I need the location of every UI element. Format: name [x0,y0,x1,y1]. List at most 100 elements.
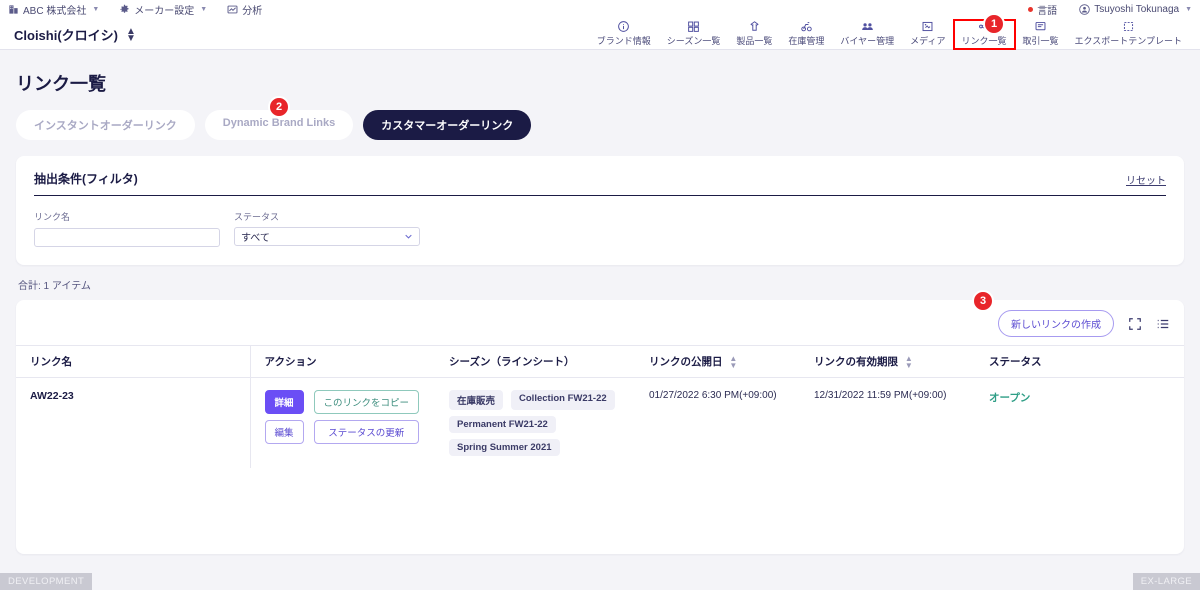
total-items-count: 合計: 1 アイテム [18,281,91,292]
language-menu[interactable]: 言語 [1028,2,1057,17]
nav-item-buyers[interactable]: バイヤー管理 [832,20,902,49]
nav-item-export-template[interactable]: エクスポートテンプレート [1067,20,1190,49]
nav-item-brand-info[interactable]: ブランド情報 [589,20,659,49]
filter-field-status: ステータス すべて [234,210,420,247]
links-table: リンク名 アクション シーズン（ラインシート） リンクの公開日 ▲ ▼ リンクの有… [16,344,1184,555]
utility-bar-right: 言語 Tsuyoshi Tokunaga ▼ [1006,2,1192,17]
fullscreen-icon[interactable] [1128,317,1142,331]
cell-season-tags: 在庫販売 Collection FW21-22 Permanent FW21-2… [435,378,635,469]
nav-items: ブランド情報 シーズン一覧 製品一覧 在庫管理 バイヤー管理 メディア リンク一… [589,19,1190,50]
table-header-row: リンク名 アクション シーズン（ラインシート） リンクの公開日 ▲ ▼ リンクの有… [16,344,1184,379]
env-badge-development: DEVELOPMENT [0,573,93,590]
user-icon [1079,4,1090,15]
maker-settings-label: メーカー設定 [134,6,195,17]
grid-icon [687,20,700,33]
table-body: AW22-23 詳細 このリンクをコピー 編集 ステータスの更新 在庫販売 Co… [16,377,1184,555]
detail-button[interactable]: 詳細 [264,390,304,415]
export-icon [1122,20,1135,33]
user-menu[interactable]: Tsuyoshi Tokunaga ▼ [1079,4,1192,15]
create-new-link-button[interactable]: 新しいリンクの作成 [998,310,1114,337]
company-name: ABC 株式会社 [23,6,87,17]
status-badge: オープン [989,392,1031,405]
column-header-actions: アクション [249,344,435,379]
chevron-down-icon: ▼ [92,6,100,13]
sort-icon[interactable]: ▲ ▼ [905,355,913,370]
nav-item-media[interactable]: メディア [902,20,953,49]
spacer-cell [16,468,1184,554]
table-body-spacer [16,468,1184,554]
status-select[interactable]: すべて [234,227,420,246]
brand-switcher[interactable]: Cloishi(クロイシ) ▲ ▼ [14,25,136,49]
tab-customer-order-link[interactable]: カスタマーオーダーリンク [363,110,532,140]
filter-panel: 抽出条件(フィルタ) リセット リンク名 ステータス すべて [16,156,1184,265]
link-name-value: AW22-23 [30,390,74,403]
building-icon [8,4,19,15]
column-label: リンクの有効期限 [814,356,898,368]
link-name-label: リンク名 [34,212,71,222]
copy-link-button[interactable]: このリンクをコピー [313,390,420,415]
media-icon [921,20,934,33]
season-tag-row: 在庫販売 Collection FW21-22 [449,390,615,411]
filter-field-link-name: リンク名 [34,210,220,247]
filter-header: 抽出条件(フィルタ) リセット [34,170,1166,196]
page-content: リンク一覧 インスタントオーダーリンク Dynamic Brand Links … [0,70,1200,555]
annotation-marker-2: 2 [268,96,290,118]
company-switcher[interactable]: ABC 株式会社 ▼ [8,2,99,17]
analytics-menu[interactable]: 分析 [227,2,262,17]
sort-icon[interactable]: ▲ ▼ [729,355,737,370]
filter-fields: リンク名 ステータス すべて [34,210,1166,247]
info-icon [617,20,630,33]
cell-actions: 詳細 このリンクをコピー 編集 ステータスの更新 [249,377,435,469]
nav-item-orders[interactable]: 取引一覧 [1015,20,1067,49]
buyers-icon [861,20,874,33]
links-table-card: 新しいリンクの作成 3 リンク名 アクション シーズン（ラインシート） リンクの… [16,290,1184,555]
footer: DEVELOPMENT EX-LARGE [0,573,1200,590]
nav-label: 在庫管理 [788,36,825,46]
table-row[interactable]: AW22-23 詳細 このリンクをコピー 編集 ステータスの更新 在庫販売 Co… [16,377,1184,469]
reset-filter-link[interactable]: リセット [1126,172,1166,187]
brand-switch-icon[interactable]: ▲ ▼ [126,26,136,43]
nav-item-seasons[interactable]: シーズン一覧 [659,20,729,49]
status-select-wrap: すべて [234,227,420,246]
nav-item-products[interactable]: 製品一覧 [728,20,780,49]
nav-label: 製品一覧 [736,36,773,46]
inventory-icon [800,20,813,33]
analytics-label: 分析 [242,6,263,17]
main-navbar: Cloishi(クロイシ) ▲ ▼ ブランド情報 シーズン一覧 製品一覧 在庫管… [0,13,1200,50]
maker-settings-menu[interactable]: メーカー設定 ▼ [119,2,207,17]
column-label: リンクの公開日 [649,356,723,368]
product-icon [748,20,761,33]
edit-button[interactable]: 編集 [264,420,304,445]
nav-item-inventory[interactable]: 在庫管理 [780,20,832,49]
column-header-published-at[interactable]: リンクの公開日 ▲ ▼ [635,344,800,379]
cell-published-at: 01/27/2022 6:30 PM(+09:00) [649,390,777,402]
column-header-expires-at[interactable]: リンクの有効期限 ▲ ▼ [800,344,975,379]
status-label: ステータス [234,212,280,222]
orders-icon [1034,20,1047,33]
chart-icon [227,4,238,15]
season-tag-row: Spring Summer 2021 [449,439,560,457]
table-head: リンク名 アクション シーズン（ラインシート） リンクの公開日 ▲ ▼ リンクの有… [16,344,1184,379]
cell-status: オープン [975,378,1184,469]
annotation-marker-1: 1 [983,13,1005,35]
season-tag-list: 在庫販売 Collection FW21-22 Permanent FW21-2… [449,390,625,457]
chevron-down-icon: ▼ [1185,6,1192,13]
update-status-button[interactable]: ステータスの更新 [313,420,420,445]
link-type-tabs: インスタントオーダーリンク Dynamic Brand Links カスタマーオ… [16,96,1184,140]
annotation-marker-3: 3 [972,290,994,312]
user-name: Tsuyoshi Tokunaga [1094,4,1180,15]
env-badge-breakpoint: EX-LARGE [1132,573,1200,590]
season-tag: 在庫販売 [449,390,504,411]
nav-label: メディア [910,36,946,46]
list-view-icon[interactable] [1156,317,1170,331]
row-action-buttons: 詳細 このリンクをコピー 編集 ステータスの更新 [264,390,426,445]
tab-instant-order-link[interactable]: インスタントオーダーリンク [16,110,195,140]
nav-label: シーズン一覧 [666,36,721,46]
link-name-input[interactable] [34,228,220,247]
column-header-link-name: リンク名 [16,344,250,379]
season-tag: Collection FW21-22 [511,390,615,411]
page-title: リンク一覧 [16,74,106,94]
season-tag: Spring Summer 2021 [449,439,560,457]
filter-title: 抽出条件(フィルタ) [34,172,138,186]
utility-bar: ABC 株式会社 ▼ メーカー設定 ▼ 分析 言語 Tsuyoshi Tokun… [0,0,1200,20]
